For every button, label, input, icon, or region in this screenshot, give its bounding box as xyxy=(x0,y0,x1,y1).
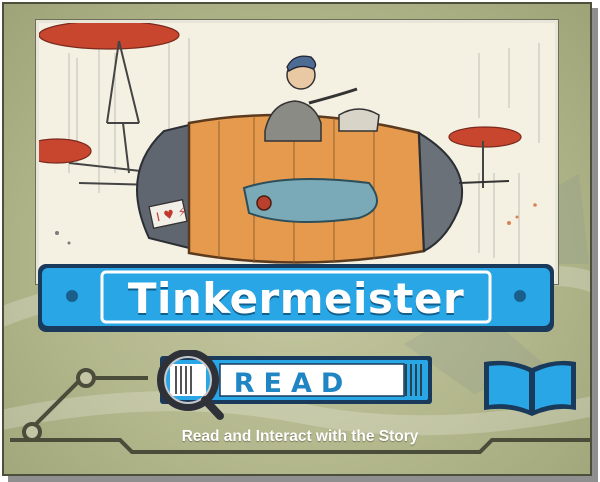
title-screen: I ♥ ⚡ Tinkermeister READ Read and Intera… xyxy=(0,0,600,482)
subtitle-text: Read and Interact with the Story xyxy=(181,428,419,445)
game-title: Tinkermeister xyxy=(127,274,465,323)
read-button-label[interactable]: READ xyxy=(228,366,358,402)
open-book-icon[interactable] xyxy=(484,360,576,416)
story-illustration: I ♥ ⚡ xyxy=(35,19,559,285)
story-illustration-drawing: I ♥ ⚡ xyxy=(39,23,555,281)
connector-node-top xyxy=(76,368,96,388)
